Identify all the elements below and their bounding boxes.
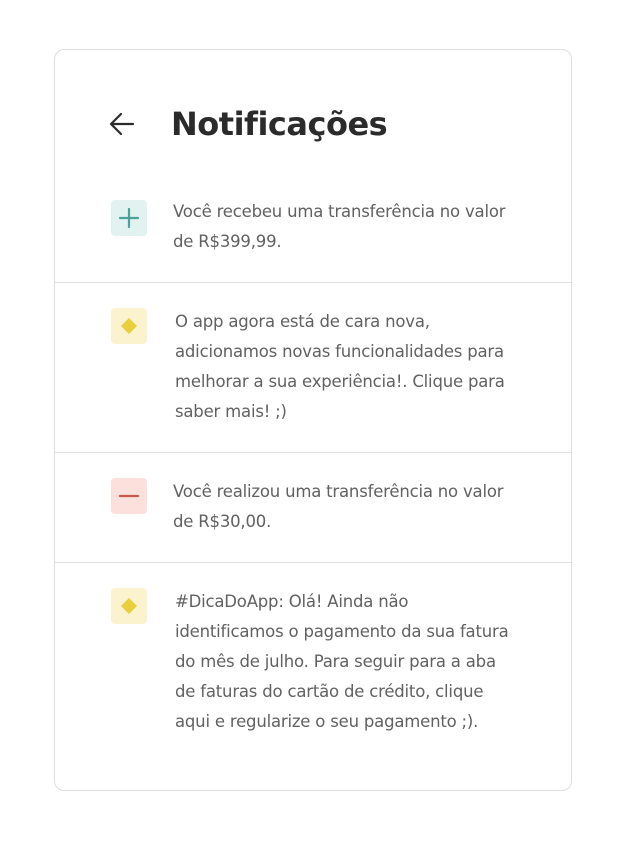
diamond-icon <box>121 598 137 614</box>
plus-icon <box>118 207 140 229</box>
notification-item[interactable]: O app agora está de cara nova, adicionam… <box>55 283 571 453</box>
notification-text: Você recebeu uma transferência no valor … <box>173 202 506 251</box>
header: Notificações <box>55 50 571 200</box>
diamond-icon <box>121 318 137 334</box>
notification-text: #DicaDoApp: Olá! Ainda não identificamos… <box>175 592 509 731</box>
minus-badge <box>111 478 147 514</box>
minus-icon <box>118 494 140 498</box>
diamond-badge <box>111 308 147 344</box>
arrow-left-icon <box>109 112 135 136</box>
page-title: Notificações <box>171 105 388 143</box>
notifications-card: Notificações Você recebeu uma transferên… <box>54 49 572 791</box>
notification-text: O app agora está de cara nova, adicionam… <box>175 312 505 421</box>
back-button[interactable] <box>107 111 137 137</box>
plus-badge <box>111 200 147 236</box>
notification-text: Você realizou uma transferência no valor… <box>173 482 504 531</box>
notification-item[interactable]: #DicaDoApp: Olá! Ainda não identificamos… <box>55 563 571 791</box>
diamond-badge <box>111 588 147 624</box>
notification-item[interactable]: Você recebeu uma transferência no valor … <box>55 200 571 283</box>
notification-item[interactable]: Você realizou uma transferência no valor… <box>55 453 571 563</box>
